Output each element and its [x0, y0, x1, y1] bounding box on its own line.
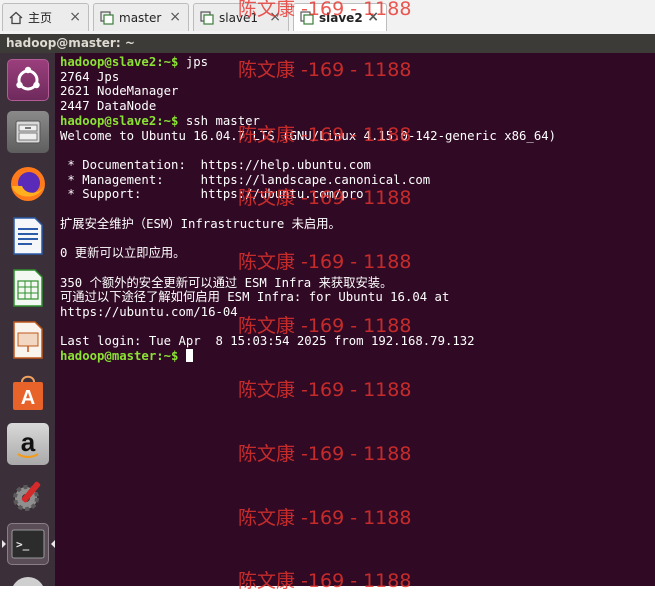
terminal-line: * Support: https://ubuntu.com/pro [60, 187, 556, 202]
terminal-line [60, 202, 556, 217]
line-text: * Support: https://ubuntu.com/pro [60, 187, 364, 202]
line-text [178, 349, 185, 363]
spreadsheet-icon [13, 269, 43, 307]
terminal-title-bar: hadoop@master: ~ [0, 34, 655, 53]
terminal-window[interactable]: hadoop@slave2:~$ jps 2764 Jps 2621 NodeMan… [55, 53, 655, 586]
terminal-line [60, 261, 556, 276]
libreoffice-writer-icon[interactable] [7, 215, 49, 257]
terminal-line: hadoop@slave2:~$ ssh master [60, 114, 556, 129]
close-icon[interactable]: × [367, 9, 379, 25]
terminal-line: 2764 Jps [60, 70, 556, 85]
line-text: * Documentation: https://help.ubuntu.com [60, 157, 371, 172]
terminal-line [60, 143, 556, 158]
terminal-line: * Management: https://landscape.canonica… [60, 173, 556, 188]
close-icon[interactable]: × [169, 9, 181, 25]
line-text: 350 个额外的安全更新可以通过 ESM Infra 来获取安装。 [60, 275, 393, 290]
line-text: 扩展安全维护（ESM）Infrastructure 未启用。 [60, 216, 341, 231]
drawer-icon [15, 120, 41, 144]
line-text: 2764 Jps [60, 69, 120, 84]
terminal-line: 可通过以下途径了解如何启用 ESM Infra: for Ubuntu 16.0… [60, 290, 556, 305]
close-icon[interactable]: × [69, 9, 81, 25]
line-text [60, 202, 67, 216]
gear-wrench-icon [13, 481, 41, 511]
libreoffice-impress-icon[interactable] [7, 319, 49, 361]
shell-prompt: hadoop@master:~$ [60, 349, 179, 364]
terminal-line: 扩展安全维护（ESM）Infrastructure 未启用。 [60, 217, 556, 232]
tab-slave2[interactable]: slave2 × [293, 3, 387, 31]
vm-icon [200, 10, 214, 25]
unity-launcher: A a >_ [0, 53, 55, 586]
terminal-icon[interactable]: >_ [7, 523, 49, 565]
line-text [60, 143, 67, 157]
terminal-line: 350 个额外的安全更新可以通过 ESM Infra 来获取安装。 [60, 276, 556, 291]
firefox-icon[interactable] [7, 163, 49, 205]
tab-home[interactable]: 主页 × [2, 3, 89, 31]
terminal-screen-icon: >_ [11, 529, 45, 559]
terminal-line: hadoop@master:~$ [60, 349, 556, 364]
terminal-line: https://ubuntu.com/16-04 [60, 305, 556, 320]
line-text [60, 231, 67, 245]
partial-launcher-item-icon[interactable] [7, 573, 49, 586]
terminal-line [60, 231, 556, 246]
vm-icon [300, 10, 314, 25]
terminal-line: 2447 DataNode [60, 99, 556, 114]
firefox-logo-icon [11, 167, 45, 201]
terminal-prompt-glyph: >_ [16, 538, 30, 551]
line-text: jps [178, 55, 209, 69]
window-title: hadoop@master: ~ [6, 36, 135, 50]
line-text: 0 更新可以立即应用。 [60, 246, 186, 261]
tab-slave1[interactable]: slave1 × [193, 3, 289, 31]
terminal-line: hadoop@slave2:~$ jps [60, 55, 556, 70]
tab-label: slave1 [219, 10, 259, 25]
shell-prompt: hadoop@slave2:~$ [60, 55, 179, 69]
line-text [60, 261, 67, 275]
line-text: 2621 NodeManager [60, 84, 179, 99]
terminal-output[interactable]: hadoop@slave2:~$ jps 2764 Jps 2621 NodeMan… [60, 55, 556, 364]
close-icon[interactable]: × [269, 9, 281, 25]
presentation-icon [13, 321, 43, 359]
tab-master[interactable]: master × [93, 3, 189, 31]
line-text: ssh master [178, 113, 260, 128]
shopping-bag-icon: A [13, 375, 43, 410]
running-indicator [2, 540, 6, 548]
terminal-line: Last login: Tue Apr 8 15:03:54 2025 from… [60, 334, 556, 349]
ubuntu-logo-icon [16, 66, 40, 91]
tab-label: 主页 [28, 11, 53, 25]
tab-label: master [119, 10, 162, 25]
text-cursor [185, 349, 193, 363]
line-text: https://ubuntu.com/16-04 [60, 304, 238, 319]
shell-prompt: hadoop@slave2:~$ [60, 113, 179, 128]
ubuntu-dash-icon[interactable] [7, 59, 49, 101]
terminal-line [60, 320, 556, 335]
amazon-icon[interactable]: a [7, 423, 49, 465]
line-text [60, 320, 67, 334]
system-settings-icon[interactable] [7, 475, 49, 517]
tab-label: slave2 [319, 10, 363, 25]
vm-icon [100, 10, 114, 25]
line-text: 可通过以下途径了解如何启用 ESM Infra: for Ubuntu 16.0… [60, 290, 450, 305]
vm-tab-bar: 主页 × master × slave1 × slave2 × [0, 0, 655, 35]
libreoffice-calc-icon[interactable] [7, 267, 49, 309]
line-text: * Management: https://landscape.canonica… [60, 172, 431, 187]
terminal-line: * Documentation: https://help.ubuntu.com [60, 158, 556, 173]
file-manager-icon[interactable] [7, 111, 49, 153]
line-text: Last login: Tue Apr 8 15:03:54 2025 from… [60, 334, 475, 349]
document-icon [13, 217, 43, 255]
terminal-line: 0 更新可以立即应用。 [60, 246, 556, 261]
software-center-icon[interactable]: A [7, 371, 49, 413]
line-text: Welcome to Ubuntu 16.04.7 LTS (GNU/Linux… [60, 128, 557, 143]
software-letter: A [21, 387, 35, 409]
terminal-line: 2621 NodeManager [60, 84, 556, 99]
home-icon [9, 11, 23, 24]
amazon-logo-icon: a [17, 427, 39, 459]
amazon-letter: a [21, 427, 36, 457]
line-text: 2447 DataNode [60, 99, 157, 114]
terminal-line: Welcome to Ubuntu 16.04.7 LTS (GNU/Linux… [60, 129, 556, 144]
